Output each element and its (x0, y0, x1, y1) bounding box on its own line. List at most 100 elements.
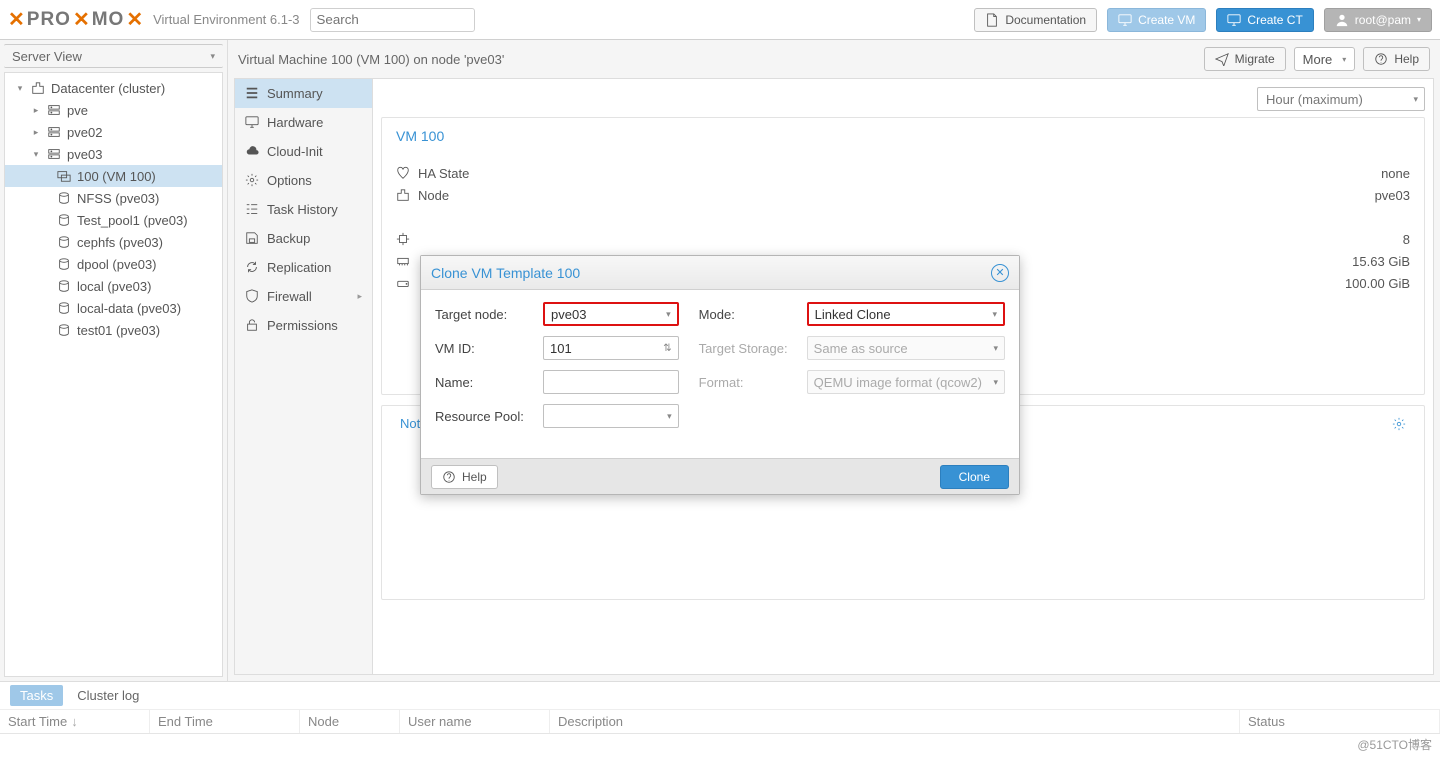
subnav-options[interactable]: Options (235, 166, 372, 195)
cpu-icon (396, 232, 410, 246)
mode-field[interactable]: Linked Clone (807, 302, 1005, 326)
subnav-cloud-init[interactable]: Cloud-Init (235, 137, 372, 166)
tab-tasks[interactable]: Tasks (10, 685, 63, 706)
tree-node-pve03[interactable]: ▾ pve03 (5, 143, 222, 165)
tree-storage[interactable]: local-data (pve03) (5, 297, 222, 319)
task-log-panel: Tasks Cluster log Start Time↓ End Time N… (0, 681, 1440, 759)
col-start-time[interactable]: Start Time↓ (0, 710, 150, 733)
subnav-backup[interactable]: Backup (235, 224, 372, 253)
subnav-hardware[interactable]: Hardware (235, 108, 372, 137)
shield-icon (245, 289, 259, 303)
tree-node-pve[interactable]: ▸ pve (5, 99, 222, 121)
help-icon (1374, 52, 1388, 66)
migrate-icon (1215, 52, 1229, 66)
vmid-field[interactable]: 101 (543, 336, 679, 360)
node-icon (47, 103, 61, 117)
documentation-button[interactable]: Documentation (974, 8, 1097, 32)
storage-icon (57, 301, 71, 315)
vm-template-icon (57, 169, 71, 183)
storage-icon (57, 323, 71, 337)
cloud-icon (245, 144, 259, 158)
col-end-time[interactable]: End Time (150, 710, 300, 733)
dialog-title: Clone VM Template 100 (431, 265, 580, 281)
tree-storage[interactable]: Test_pool1 (pve03) (5, 209, 222, 231)
subnav-summary[interactable]: Summary (235, 79, 372, 108)
name-field[interactable] (543, 370, 679, 394)
col-description[interactable]: Description (550, 710, 1240, 733)
tree-storage[interactable]: cephfs (pve03) (5, 231, 222, 253)
building-icon (396, 188, 410, 202)
tree-vm-100[interactable]: 100 (VM 100) (5, 165, 222, 187)
tree-storage[interactable]: NFSS (pve03) (5, 187, 222, 209)
doc-icon (985, 13, 999, 27)
gear-icon[interactable] (1392, 417, 1406, 431)
user-menu-button[interactable]: root@pam ▾ (1324, 8, 1432, 32)
col-status[interactable]: Status (1240, 710, 1440, 733)
time-range-selector[interactable]: Hour (maximum) (1257, 87, 1425, 111)
help-button[interactable]: Help (1363, 47, 1430, 71)
target-node-field[interactable]: pve03 (543, 302, 679, 326)
storage-icon (57, 257, 71, 271)
clone-button[interactable]: Clone (940, 465, 1009, 489)
heartbeat-icon (396, 166, 410, 180)
sync-icon (245, 260, 259, 274)
target-storage-field: Same as source (807, 336, 1005, 360)
view-selector[interactable]: Server View (4, 44, 223, 68)
list-icon (245, 86, 259, 100)
col-node[interactable]: Node (300, 710, 400, 733)
create-vm-button[interactable]: Create VM (1107, 8, 1206, 32)
tree-datacenter[interactable]: ▾ Datacenter (cluster) (5, 77, 222, 99)
gear-icon (245, 173, 259, 187)
monitor-icon (1227, 13, 1241, 27)
subnav-firewall[interactable]: Firewall▸ (235, 282, 372, 311)
panel-title: VM 100 (396, 128, 1410, 144)
unlock-icon (245, 318, 259, 332)
dialog-help-button[interactable]: Help (431, 465, 498, 489)
hdd-icon (396, 276, 410, 290)
save-icon (245, 231, 259, 245)
subnav-task-history[interactable]: Task History (235, 195, 372, 224)
more-menu[interactable]: More (1294, 47, 1356, 71)
cpu-value: 8 (1403, 232, 1410, 247)
memory-icon (396, 254, 410, 268)
tab-cluster-log[interactable]: Cluster log (67, 685, 149, 706)
search-input[interactable] (310, 8, 475, 32)
tasks-icon (245, 202, 259, 216)
clone-vm-dialog: Clone VM Template 100 ✕ Target node:pve0… (420, 255, 1020, 495)
storage-icon (57, 213, 71, 227)
app-header: ✕PRO✕MO✕ Virtual Environment 6.1-3 Docum… (0, 0, 1440, 40)
subnav-permissions[interactable]: Permissions (235, 311, 372, 340)
chevron-right-icon: ▸ (357, 291, 362, 302)
tree-storage[interactable]: dpool (pve03) (5, 253, 222, 275)
memory-value: 15.63 GiB (1352, 254, 1410, 269)
subnav-replication[interactable]: Replication (235, 253, 372, 282)
disk-value: 100.00 GiB (1345, 276, 1410, 291)
node-icon (47, 125, 61, 139)
format-field: QEMU image format (qcow2) (807, 370, 1005, 394)
resource-pool-field[interactable] (543, 404, 679, 428)
node-icon (47, 147, 61, 161)
tree-storage[interactable]: local (pve03) (5, 275, 222, 297)
storage-icon (57, 235, 71, 249)
resource-tree-sidebar: Server View ▾ Datacenter (cluster) ▸ pve… (0, 40, 228, 681)
page-title: Virtual Machine 100 (VM 100) on node 'pv… (238, 52, 504, 67)
node-value: pve03 (1375, 188, 1410, 203)
monitor-icon (245, 115, 259, 129)
help-icon (442, 470, 456, 484)
close-icon[interactable]: ✕ (991, 264, 1009, 282)
tree-node-pve02[interactable]: ▸ pve02 (5, 121, 222, 143)
datacenter-icon (31, 81, 45, 95)
ha-state-value: none (1381, 166, 1410, 181)
storage-icon (57, 191, 71, 205)
task-table-header: Start Time↓ End Time Node User name Desc… (0, 710, 1440, 734)
resource-tree: ▾ Datacenter (cluster) ▸ pve ▸ pve02 ▾ (5, 73, 222, 345)
tree-storage[interactable]: test01 (pve03) (5, 319, 222, 341)
col-user[interactable]: User name (400, 710, 550, 733)
logo: ✕PRO✕MO✕ (8, 9, 143, 31)
create-ct-button[interactable]: Create CT (1216, 8, 1313, 32)
version-label: Virtual Environment 6.1-3 (153, 12, 299, 27)
migrate-button[interactable]: Migrate (1204, 47, 1286, 71)
watermark: @51CTO博客 (1357, 736, 1432, 753)
vm-subnav: Summary Hardware Cloud-Init Options Task… (234, 78, 372, 675)
monitor-icon (1118, 13, 1132, 27)
